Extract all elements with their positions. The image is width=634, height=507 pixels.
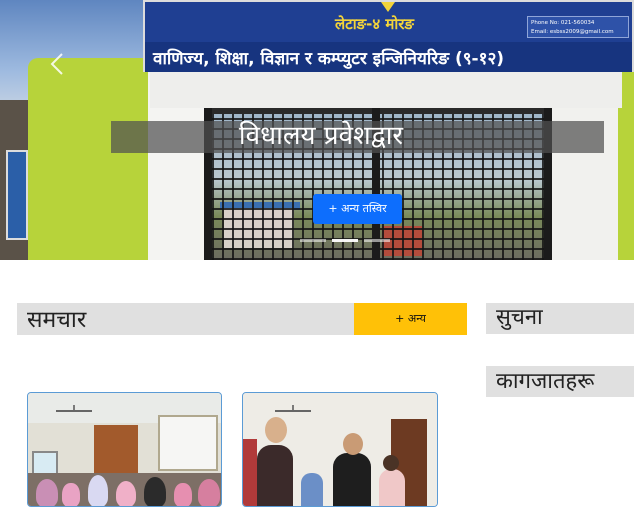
notice-title: सुचना xyxy=(496,305,543,330)
student-figure xyxy=(62,483,80,506)
person-figure xyxy=(301,473,323,506)
news-title: समचार xyxy=(27,307,87,333)
person-head xyxy=(265,417,287,443)
notice-section-header[interactable]: सुचना xyxy=(486,303,634,334)
person-head xyxy=(343,433,363,455)
carousel-indicator[interactable] xyxy=(364,239,390,242)
wall-poster xyxy=(6,150,28,240)
ceiling-fan-icon xyxy=(275,405,311,412)
ceiling-fan-icon xyxy=(56,405,92,412)
news-card[interactable] xyxy=(242,392,438,507)
student-figure xyxy=(174,483,192,506)
photo-whiteboard xyxy=(158,415,218,471)
gate-beam xyxy=(150,68,622,108)
carousel-indicator[interactable] xyxy=(300,239,326,242)
page: लेटाङ-४ मोरङ Phone No: 021-560034 Email:… xyxy=(0,0,634,507)
sign-faculties: वाणिज्य, शिक्षा, विज्ञान र कम्प्युटर इन्… xyxy=(153,49,505,69)
more-photos-button[interactable]: + अन्य तस्विर xyxy=(313,194,402,224)
sign-address: लेटाङ-४ मोरङ xyxy=(335,15,414,33)
student-figure xyxy=(144,477,166,506)
hero-carousel: लेटाङ-४ मोरङ Phone No: 021-560034 Email:… xyxy=(0,0,634,260)
person-figure xyxy=(333,453,371,506)
carousel-caption: विधालय प्रवेशद्वार xyxy=(238,121,404,151)
chevron-left-icon-svg xyxy=(50,53,63,75)
news-card[interactable] xyxy=(27,392,222,507)
gate-pillar-left xyxy=(28,58,152,260)
sign-email-text: Email: esbss2009@gmail.com xyxy=(531,29,614,35)
carousel-indicator-active[interactable] xyxy=(332,239,358,242)
sign-phone-text: Phone No: 021-560034 xyxy=(531,20,595,26)
news-section-header: समचार + अन्य xyxy=(17,303,467,335)
sign-contact: Phone No: 021-560034 Email: esbss2009@gm… xyxy=(527,16,629,38)
person-figure xyxy=(257,445,293,506)
student-figure xyxy=(116,481,136,506)
student-figure xyxy=(88,475,108,506)
person-head xyxy=(383,455,399,471)
carousel-indicators xyxy=(300,239,420,243)
documents-title: कागजातहरू xyxy=(496,369,595,394)
photo-curtain xyxy=(243,439,257,506)
student-figure xyxy=(198,479,220,506)
person-figure xyxy=(379,469,405,506)
documents-section-header[interactable]: कागजातहरू xyxy=(486,366,634,397)
student-figure xyxy=(36,479,58,506)
chevron-left-icon[interactable] xyxy=(50,52,70,78)
news-more-button[interactable]: + अन्य xyxy=(354,303,467,335)
sign-emblem xyxy=(381,2,395,12)
school-signboard: लेटाङ-४ मोरङ Phone No: 021-560034 Email:… xyxy=(143,0,634,72)
